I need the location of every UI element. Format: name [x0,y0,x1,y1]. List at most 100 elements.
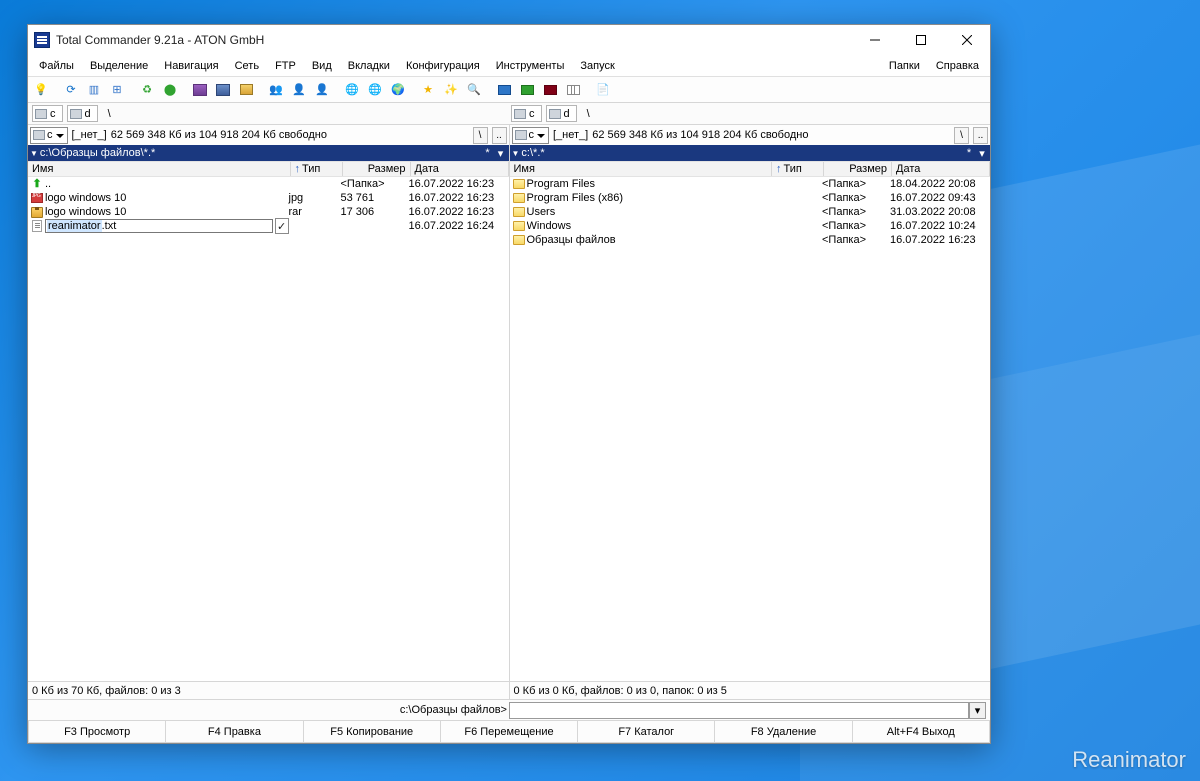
drive-select-left[interactable]: c [30,127,68,144]
command-line-row: c:\Образцы файлов> ▾ [28,699,990,721]
updir-icon: ⬆ [32,179,41,190]
updir-btn-right[interactable]: .. [973,127,988,144]
history-icon[interactable]: ▾ [976,147,988,160]
menu-folders[interactable]: Папки [882,58,927,74]
col-date-right[interactable]: Дата [892,162,990,176]
f6-button[interactable]: F6 Перемещение [441,721,578,743]
drive-free-info-left: 62 569 348 Кб из 104 918 204 Кб свободно [111,129,327,141]
col-name-left[interactable]: Имя [28,162,291,176]
wallpaper-watermark: Reanimator [1072,747,1186,773]
magic-icon[interactable]: ✨ [440,79,462,101]
history-icon[interactable]: ▾ [495,147,507,160]
people1-icon[interactable]: 👥 [265,79,287,101]
maximize-button[interactable] [898,25,944,55]
cmd-history-button[interactable]: ▾ [969,702,986,719]
archive-icon[interactable] [189,79,211,101]
root-indicator-right: \ [587,108,590,120]
fav-icon[interactable]: * [482,147,494,160]
f4-button[interactable]: F4 Правка [166,721,303,743]
drive-d-right[interactable]: d [546,105,577,122]
menu-config[interactable]: Конфигурация [399,58,487,74]
path-bar-left[interactable]: ▼ c:\Образцы файлов\*.* *▾ [28,145,509,161]
shared-drives-row: c d \ c d \ [28,103,990,125]
file-list-left[interactable]: ⬆ .. <Папка> 16.07.2022 16:23 logo windo… [28,177,509,681]
cmd-prompt: c:\Образцы файлов> [32,704,509,716]
view-mode-icon[interactable]: ▥ [83,79,105,101]
rename-input[interactable]: reanimator.txt [45,219,273,233]
f5-button[interactable]: F5 Копирование [304,721,441,743]
tree-icon[interactable]: ⊞ [106,79,128,101]
fav-icon[interactable]: * [963,147,975,160]
col-date-left[interactable]: Дата [411,162,509,176]
drive-d-left[interactable]: d [67,105,98,122]
updir-btn-left[interactable]: .. [492,127,507,144]
right-panel: c [_нет_] 62 569 348 Кб из 104 918 204 К… [510,125,991,699]
globe3-icon[interactable]: 🌍 [387,79,409,101]
star-icon[interactable]: ★ [417,79,439,101]
folder-row[interactable]: Program Files <Папка>18.04.2022 20:08 [510,177,991,191]
notepad-icon[interactable]: 📄 [592,79,614,101]
updir-row[interactable]: ⬆ .. <Папка> 16.07.2022 16:23 [28,177,509,191]
menu-start[interactable]: Запуск [573,58,621,74]
folder-row[interactable]: Program Files (x86) <Папка>16.07.2022 09… [510,191,991,205]
rar-icon [31,207,43,218]
f8-button[interactable]: F8 Удаление [715,721,852,743]
minimize-button[interactable] [852,25,898,55]
col-size-right[interactable]: Размер [824,162,892,176]
col-name-right[interactable]: Имя [510,162,773,176]
globe2-icon[interactable]: 🌐 [364,79,386,101]
search-icon[interactable]: 🔍 [463,79,485,101]
refresh-icon[interactable]: ⟳ [60,79,82,101]
archive2-icon[interactable] [212,79,234,101]
col-type-left[interactable]: ↑Тип [291,162,343,176]
menu-files[interactable]: Файлы [32,58,81,74]
archive3-icon[interactable] [235,79,257,101]
menu-navigation[interactable]: Навигация [157,58,225,74]
txt-icon [32,220,42,232]
file-list-right[interactable]: Program Files <Папка>18.04.2022 20:08 Pr… [510,177,991,681]
menu-tools[interactable]: Инструменты [489,58,572,74]
grid-icon[interactable] [562,79,584,101]
exit-button[interactable]: Alt+F4 Выход [853,721,990,743]
menu-ftp[interactable]: FTP [268,58,303,74]
recycle-icon[interactable]: ♻ [136,79,158,101]
menu-selection[interactable]: Выделение [83,58,155,74]
menu-tabs[interactable]: Вкладки [341,58,397,74]
people2-icon[interactable]: 👤 [288,79,310,101]
drive-select-right[interactable]: c [512,127,550,144]
col-type-right[interactable]: ↑Тип [772,162,824,176]
folder-row[interactable]: Windows <Папка>16.07.2022 10:24 [510,219,991,233]
titlebar[interactable]: Total Commander 9.21a - ATON GmbH [28,25,990,55]
bulb-icon[interactable]: 💡 [30,79,52,101]
menubar: Файлы Выделение Навигация Сеть FTP Вид В… [28,55,990,77]
file-row[interactable]: logo windows 10 jpg 53 761 16.07.2022 16… [28,191,509,205]
folder-icon [513,179,525,189]
left-panel: c [_нет_] 62 569 348 Кб из 104 918 204 К… [28,125,510,699]
f3-button[interactable]: F3 Просмотр [28,721,166,743]
menu-help[interactable]: Справка [929,58,986,74]
file-row[interactable]: logo windows 10 rar 17 306 16.07.2022 16… [28,205,509,219]
function-row: F3 Просмотр F4 Правка F5 Копирование F6 … [28,721,990,743]
menu-view[interactable]: Вид [305,58,339,74]
col-size-left[interactable]: Размер [343,162,411,176]
globe1-icon[interactable]: 🌐 [341,79,363,101]
close-button[interactable] [944,25,990,55]
screen3-icon[interactable] [539,79,561,101]
drive-c-right[interactable]: c [511,105,542,122]
cmd-input[interactable] [509,702,969,719]
rename-confirm-button[interactable]: ✓ [275,218,289,234]
screen2-icon[interactable] [516,79,538,101]
menu-net[interactable]: Сеть [228,58,266,74]
root-btn-right[interactable]: \ [954,127,969,144]
drive-c-left[interactable]: c [32,105,63,122]
f7-button[interactable]: F7 Каталог [578,721,715,743]
folder-row[interactable]: Users <Папка>31.03.2022 20:08 [510,205,991,219]
screen1-icon[interactable] [493,79,515,101]
people3-icon[interactable]: 👤 [311,79,333,101]
folder-row[interactable]: Образцы файлов <Папка>16.07.2022 16:23 [510,233,991,247]
root-btn-left[interactable]: \ [473,127,488,144]
file-row-rename[interactable]: reanimator.txt ✓ 16.07.2022 16:24 [28,219,509,233]
globe-green-icon[interactable]: ⬤ [159,79,181,101]
folder-icon [513,207,525,217]
path-bar-right[interactable]: ▼ c:\*.* *▾ [510,145,991,161]
